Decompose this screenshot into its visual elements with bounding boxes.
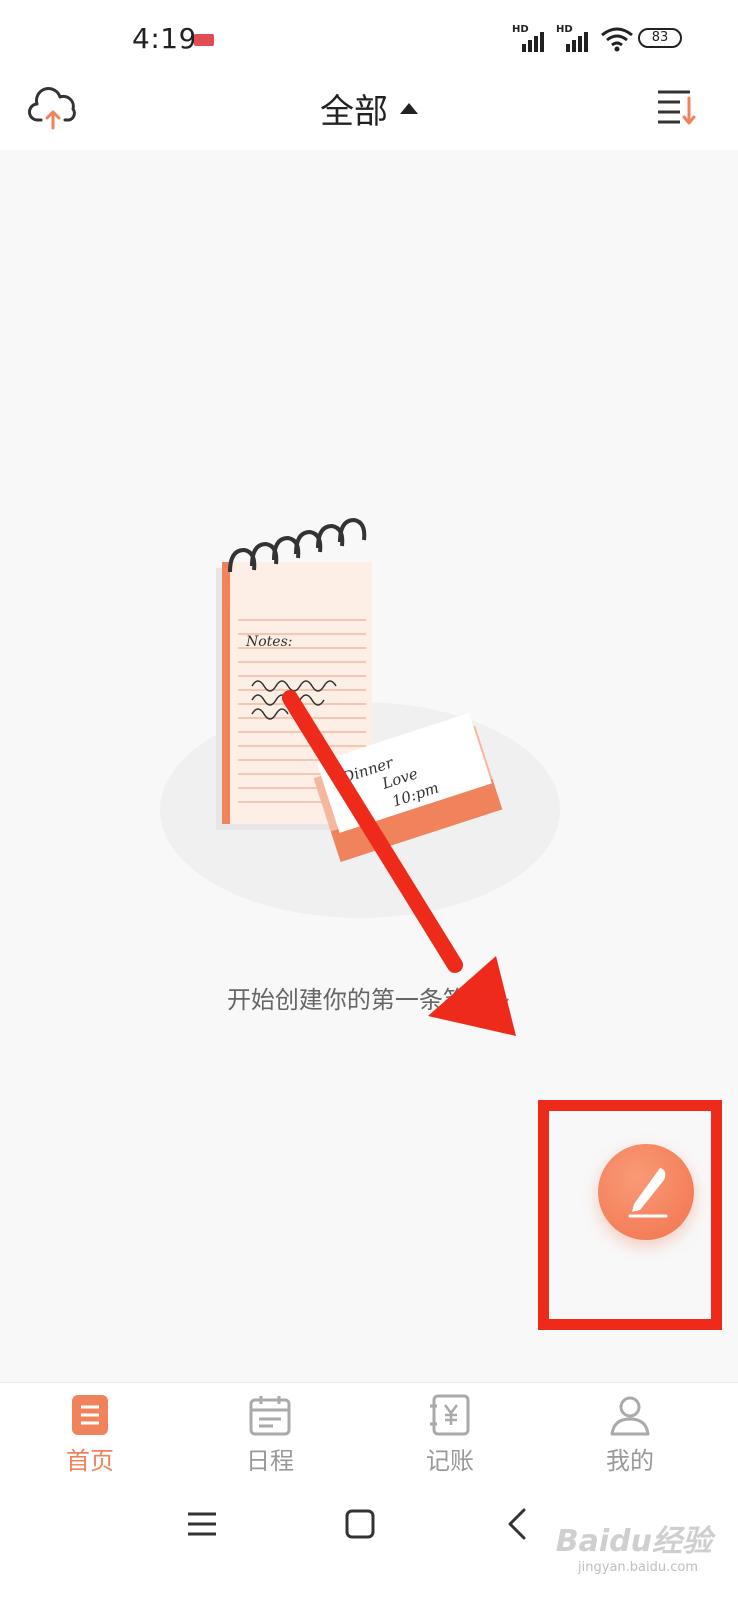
- tab-label: 记账: [426, 1447, 474, 1475]
- ledger-icon: [430, 1394, 470, 1436]
- new-note-button[interactable]: [598, 1144, 694, 1240]
- status-time: 4:19: [132, 22, 197, 55]
- app-bar: 全部: [0, 78, 738, 150]
- home-notes-icon: [72, 1395, 108, 1435]
- empty-state-message: 开始创建你的第一条笔记~: [226, 986, 512, 1014]
- bottom-tab-bar: 首页 日程 记账 我的: [0, 1382, 738, 1482]
- pen-icon: [628, 1168, 668, 1218]
- signal-icon: HD: [512, 24, 554, 52]
- status-icons: HD HD 83: [512, 24, 682, 54]
- tab-label: 首页: [66, 1447, 114, 1475]
- category-selector[interactable]: 全部: [0, 84, 738, 132]
- wifi-icon: [601, 27, 633, 52]
- tab-profile[interactable]: 我的: [570, 1383, 690, 1483]
- tab-home[interactable]: 首页: [30, 1383, 150, 1483]
- home-square-icon[interactable]: [340, 1504, 380, 1544]
- battery-indicator: 83: [638, 28, 682, 48]
- menu-icon[interactable]: [182, 1504, 222, 1544]
- page-title: 全部: [320, 92, 388, 132]
- signal-icon: HD: [556, 24, 598, 52]
- system-nav-bar: Baidu经验 jingyan.baidu.com: [0, 1482, 738, 1600]
- caret-up-icon: [400, 103, 418, 114]
- notification-badge: [194, 34, 214, 46]
- tab-label: 我的: [606, 1447, 654, 1475]
- tab-ledger[interactable]: 记账: [390, 1383, 510, 1483]
- notebook-illustration: Notes: Dinner Love 10:pm: [160, 517, 560, 918]
- notes-list-empty: Notes: Dinner Love 10:pm 开始创建你的第一条笔记~: [0, 150, 738, 1382]
- tab-schedule[interactable]: 日程: [210, 1383, 330, 1483]
- notes-handwriting: Notes:: [245, 634, 293, 650]
- calendar-icon: [249, 1396, 291, 1436]
- profile-icon: [610, 1396, 650, 1436]
- status-bar: 4:19 HD HD 83: [0, 0, 738, 78]
- tab-label: 日程: [246, 1447, 294, 1475]
- back-icon[interactable]: [498, 1504, 538, 1544]
- sort-icon[interactable]: [656, 86, 698, 128]
- watermark: Baidu经验: [555, 1524, 712, 1559]
- watermark-url: jingyan.baidu.com: [578, 1560, 698, 1575]
